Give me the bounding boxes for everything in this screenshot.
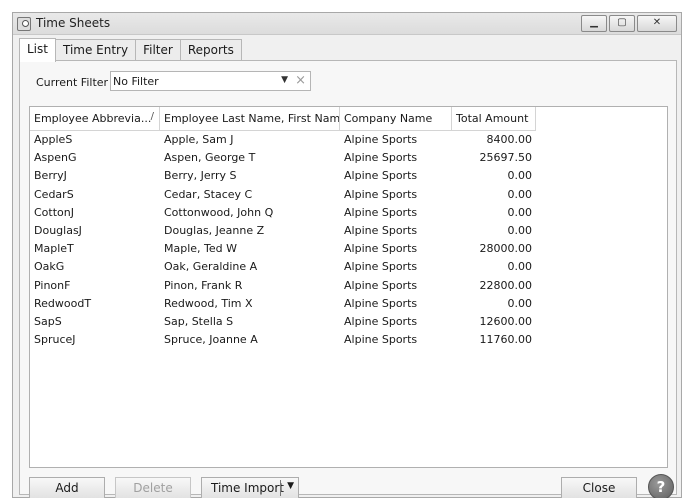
cell-employee-name: Sap, Stella S: [164, 314, 234, 328]
window-title: Time Sheets: [36, 16, 111, 30]
cell-company-name: Alpine Sports: [344, 223, 418, 237]
cell-total-amount: 22800.00: [479, 278, 533, 292]
cell-total-amount: 0.00: [507, 260, 533, 274]
tab-filter[interactable]: Filter: [135, 39, 181, 61]
list-tab-panel: Current Filter No Filter ▼ × Employee Ab…: [19, 60, 677, 498]
cell-total-amount: 12600.00: [479, 314, 533, 328]
cell-total-amount: 0.00: [507, 296, 533, 310]
cell-company-name: Alpine Sports: [344, 169, 418, 183]
split-divider: [280, 480, 281, 496]
maximize-button[interactable]: ▢: [609, 15, 635, 32]
cell-company-name: Alpine Sports: [344, 242, 418, 256]
current-filter-value: No Filter: [113, 75, 159, 88]
title-bar: Time Sheets ▁ ▢ ✕: [13, 13, 681, 35]
tab-reports[interactable]: Reports: [179, 39, 242, 61]
cell-company-name: Alpine Sports: [344, 151, 418, 165]
close-button[interactable]: Close: [561, 477, 637, 498]
column-header-employee-name[interactable]: Employee Last Name, First Name: [160, 107, 340, 131]
column-header-label: Employee Abbrevia...: [34, 112, 152, 125]
cell-company-name: Alpine Sports: [344, 333, 418, 347]
close-icon: ✕: [652, 17, 662, 28]
timesheet-grid[interactable]: Employee Abbrevia... / Employee Last Nam…: [29, 106, 668, 468]
table-row[interactable]: RedwoodT Redwood, Tim X Alpine Sports 0.00: [30, 295, 667, 313]
cell-employee-abbreviation: CedarS: [34, 187, 74, 201]
cell-employee-name: Redwood, Tim X: [164, 296, 253, 310]
cell-company-name: Alpine Sports: [344, 278, 418, 292]
minimize-icon: ▁: [590, 17, 598, 28]
help-icon[interactable]: ?: [648, 474, 674, 498]
window-controls: ▁ ▢ ✕: [579, 15, 677, 32]
column-header-employee-abbreviation[interactable]: Employee Abbrevia... /: [30, 107, 160, 131]
column-header-total-amount[interactable]: Total Amount: [452, 107, 536, 131]
cell-employee-abbreviation: BerryJ: [34, 169, 67, 183]
cell-company-name: Alpine Sports: [344, 314, 418, 328]
cell-employee-abbreviation: CottonJ: [34, 205, 74, 219]
cell-employee-abbreviation: DouglasJ: [34, 223, 82, 237]
cell-employee-abbreviation: PinonF: [34, 278, 71, 292]
cell-company-name: Alpine Sports: [344, 187, 418, 201]
cell-employee-abbreviation: AspenG: [34, 151, 77, 165]
table-row[interactable]: SpruceJ Spruce, Joanne A Alpine Sports 1176…: [30, 331, 667, 349]
table-row[interactable]: SapS Sap, Stella S Alpine Sports 12600.00: [30, 313, 667, 331]
cell-employee-name: Berry, Jerry S: [164, 169, 237, 183]
column-header-company-name[interactable]: Company Name: [340, 107, 452, 131]
cell-employee-name: Oak, Geraldine A: [164, 260, 258, 274]
table-row[interactable]: PinonF Pinon, Frank R Alpine Sports 22800.0…: [30, 277, 667, 295]
tab-bar: List Time Entry Filter Reports: [19, 38, 242, 62]
cell-total-amount: 8400.00: [486, 133, 533, 146]
current-filter-label: Current Filter: [36, 76, 109, 89]
cell-employee-abbreviation: SpruceJ: [34, 333, 76, 347]
minimize-button[interactable]: ▁: [581, 15, 607, 32]
table-row[interactable]: CedarS Cedar, Stacey C Alpine Sports 0.00: [30, 186, 667, 204]
cell-total-amount: 0.00: [507, 169, 533, 183]
time-sheets-window: Time Sheets ▁ ▢ ✕ List Time Entry Filter…: [12, 12, 682, 498]
tab-list[interactable]: List: [19, 38, 56, 62]
time-import-label: Time Import: [211, 481, 285, 495]
cell-employee-name: Aspen, George T: [164, 151, 256, 165]
cell-employee-name: Spruce, Joanne A: [164, 333, 258, 347]
cell-company-name: Alpine Sports: [344, 205, 418, 219]
maximize-icon: ▢: [617, 17, 627, 28]
cell-employee-abbreviation: AppleS: [34, 133, 73, 146]
table-row[interactable]: MapleT Maple, Ted W Alpine Sports 28000.00: [30, 240, 667, 258]
cell-total-amount: 11760.00: [479, 333, 533, 347]
cell-employee-name: Pinon, Frank R: [164, 278, 243, 292]
table-row[interactable]: AspenG Aspen, George T Alpine Sports 25697.…: [30, 149, 667, 167]
timesheet-app-icon: [17, 17, 31, 31]
close-window-button[interactable]: ✕: [637, 15, 677, 32]
tab-time-entry[interactable]: Time Entry: [54, 39, 137, 61]
cell-total-amount: 0.00: [507, 223, 533, 237]
chevron-down-icon[interactable]: ▼: [287, 481, 294, 491]
cell-employee-abbreviation: RedwoodT: [34, 296, 92, 310]
cell-employee-name: Apple, Sam J: [164, 133, 234, 146]
grid-header: Employee Abbrevia... / Employee Last Nam…: [30, 107, 667, 131]
chevron-down-icon[interactable]: ▼: [281, 75, 288, 85]
cell-employee-name: Cedar, Stacey C: [164, 187, 253, 201]
clear-x-icon[interactable]: ×: [295, 73, 306, 88]
cell-company-name: Alpine Sports: [344, 296, 418, 310]
cell-employee-name: Douglas, Jeanne Z: [164, 223, 265, 237]
table-row[interactable]: OakG Oak, Geraldine A Alpine Sports 0.00: [30, 258, 667, 276]
cell-total-amount: 0.00: [507, 205, 533, 219]
cell-total-amount: 25697.50: [479, 151, 533, 165]
cell-employee-name: Maple, Ted W: [164, 242, 238, 256]
time-import-split-button[interactable]: Time Import ▼: [201, 477, 299, 498]
table-row[interactable]: AppleS Apple, Sam J Alpine Sports 8400.00: [30, 131, 667, 149]
cell-total-amount: 28000.00: [479, 242, 533, 256]
table-row[interactable]: CottonJ Cottonwood, John Q Alpine Sports 0.…: [30, 204, 667, 222]
add-button[interactable]: Add: [29, 477, 105, 498]
grid-rows: AppleS Apple, Sam J Alpine Sports 8400.00 As…: [30, 131, 667, 349]
cell-total-amount: 0.00: [507, 187, 533, 201]
cell-employee-abbreviation: MapleT: [34, 242, 74, 256]
cell-company-name: Alpine Sports: [344, 133, 418, 146]
cell-company-name: Alpine Sports: [344, 260, 418, 274]
cell-employee-name: Cottonwood, John Q: [164, 205, 274, 219]
table-row[interactable]: BerryJ Berry, Jerry S Alpine Sports 0.00: [30, 167, 667, 185]
current-filter-select[interactable]: No Filter ▼ ×: [110, 71, 311, 91]
delete-button[interactable]: Delete: [115, 477, 191, 498]
cell-employee-abbreviation: OakG: [34, 260, 65, 274]
sort-indicator-icon: /: [150, 111, 154, 122]
table-row[interactable]: DouglasJ Douglas, Jeanne Z Alpine Sports 0.…: [30, 222, 667, 240]
cell-employee-abbreviation: SapS: [34, 314, 62, 328]
